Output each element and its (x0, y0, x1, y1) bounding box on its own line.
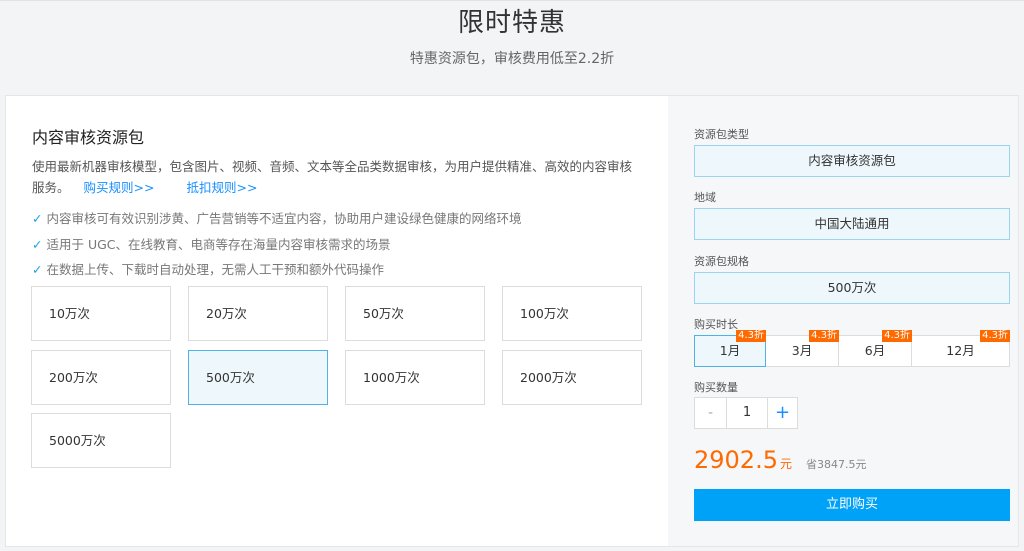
type-label: 资源包类型 (694, 128, 749, 141)
savings-text: 省3847.5元 (806, 458, 867, 471)
page-subtitle: 特惠资源包，审核费用低至2.2折 (409, 51, 615, 67)
buy-now-button[interactable]: 立即购买 (694, 489, 1010, 521)
spec-option-10w[interactable]: 10万次 (31, 286, 171, 341)
feature-item: ✓ 内容审核可有效识别涉黄、广告营销等不适宜内容，协助用户建设绿色健康的网络环境 (32, 211, 522, 226)
spec-option-200w[interactable]: 200万次 (31, 350, 171, 405)
spec-option-20w[interactable]: 20万次 (188, 286, 328, 341)
discount-badge: 4.3折 (882, 330, 912, 342)
region-select[interactable]: 中国大陆通用 (694, 208, 1010, 240)
page-title: 限时特惠 (457, 8, 566, 38)
order-panel: 资源包类型 内容审核资源包 地域 中国大陆通用 资源包规格 500万次 购买时长… (668, 96, 1018, 546)
duration-label: 购买时长 (694, 318, 738, 331)
duration-options: 1月 4.3折 3月 4.3折 6月 4.3折 12月 4.3折 (694, 330, 1010, 367)
spec-option-50w[interactable]: 50万次 (345, 286, 485, 341)
price-unit: 元 (779, 457, 792, 471)
spec-option-1000w[interactable]: 1000万次 (345, 350, 485, 405)
spec-option-500w[interactable]: 500万次 (188, 350, 328, 405)
hero-banner: 限时特惠 特惠资源包，审核费用低至2.2折 (0, 0, 1024, 96)
check-icon: ✓ (32, 211, 43, 226)
price-display: 2902.5 元 省3847.5元 (694, 446, 867, 474)
spec-option-2000w[interactable]: 2000万次 (502, 350, 642, 405)
duration-6-month[interactable]: 6月 4.3折 (838, 330, 912, 367)
discount-badge: 4.3折 (980, 330, 1010, 342)
duration-3-month[interactable]: 3月 4.3折 (765, 330, 839, 367)
quantity-increase-button[interactable]: + (767, 398, 797, 428)
discount-badge: 4.3折 (736, 330, 766, 342)
spec-select[interactable]: 500万次 (694, 272, 1010, 304)
deduct-rules-link[interactable]: 抵扣规则>> (186, 180, 257, 195)
feature-item: ✓ 在数据上传、下载时自动处理，无需人工干预和额外代码操作 (32, 262, 384, 277)
product-title: 内容审核资源包 (32, 128, 145, 147)
spec-option-100w[interactable]: 100万次 (502, 286, 642, 341)
duration-12-month[interactable]: 12月 4.3折 (911, 330, 1010, 367)
price-amount: 2902.5 (694, 446, 778, 474)
type-select[interactable]: 内容审核资源包 (694, 145, 1010, 177)
quantity-decrease-button[interactable]: - (695, 398, 727, 428)
product-info-panel: 内容审核资源包 使用最新机器审核模型，包含图片、视频、音频、文本等全品类数据审核… (6, 96, 668, 546)
check-icon: ✓ (32, 262, 43, 277)
spec-label: 资源包规格 (694, 255, 749, 268)
quantity-stepper: - 1 + (694, 397, 798, 429)
product-description: 使用最新机器审核模型，包含图片、视频、音频、文本等全品类数据审核，为用户提供精准… (32, 156, 644, 198)
duration-1-month[interactable]: 1月 4.3折 (694, 330, 766, 367)
spec-option-5000w[interactable]: 5000万次 (31, 413, 171, 468)
quantity-input[interactable]: 1 (727, 398, 767, 428)
check-icon: ✓ (32, 237, 43, 252)
buy-rules-link[interactable]: 购买规则>> (84, 180, 155, 195)
product-card: 内容审核资源包 使用最新机器审核模型，包含图片、视频、音频、文本等全品类数据审核… (5, 95, 1019, 547)
discount-badge: 4.3折 (809, 330, 839, 342)
feature-item: ✓ 适用于 UGC、在线教育、电商等存在海量内容审核需求的场景 (32, 237, 391, 252)
quantity-label: 购买数量 (694, 381, 738, 394)
region-label: 地域 (694, 191, 716, 204)
